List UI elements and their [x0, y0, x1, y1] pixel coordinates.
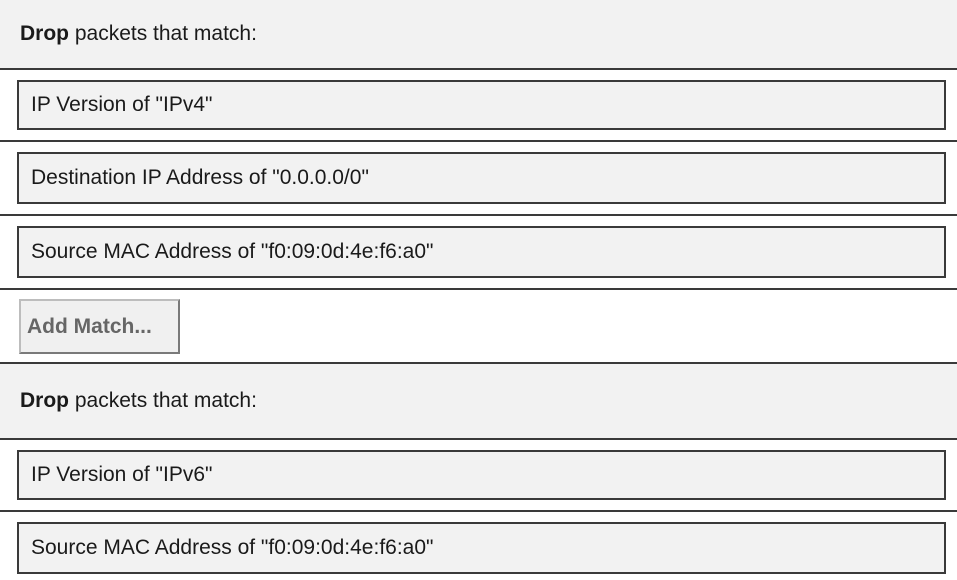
rule-1-match-ip-version[interactable]: IP Version of "IPv4" — [17, 80, 946, 130]
packet-rules-list: Drop packets that match: IP Version of "… — [0, 0, 957, 580]
match-label: Destination IP Address of "0.0.0.0/0" — [31, 166, 369, 189]
rule-2-match-source-mac[interactable]: Source MAC Address of "f0:09:0d:4e:f6:a0… — [17, 522, 946, 574]
rule-1-match-row-1: IP Version of "IPv4" — [0, 70, 957, 142]
match-label: IP Version of "IPv4" — [31, 93, 213, 116]
rule-2-header-text: packets that match: — [69, 389, 257, 412]
rule-2-match-row-1: IP Version of "IPv6" — [0, 440, 957, 512]
rule-2-header: Drop packets that match: — [0, 364, 957, 440]
rule-1-match-row-3: Source MAC Address of "f0:09:0d:4e:f6:a0… — [0, 216, 957, 290]
match-label: Source MAC Address of "f0:09:0d:4e:f6:a0… — [31, 240, 434, 263]
rule-1-match-source-mac[interactable]: Source MAC Address of "f0:09:0d:4e:f6:a0… — [17, 226, 946, 278]
rule-1-match-destination-ip[interactable]: Destination IP Address of "0.0.0.0/0" — [17, 152, 946, 204]
rule-1-header-text: packets that match: — [69, 22, 257, 45]
add-match-button[interactable]: Add Match... — [19, 299, 180, 354]
rule-1-action: Drop — [20, 22, 69, 45]
match-label: IP Version of "IPv6" — [31, 463, 213, 486]
rule-1-match-row-2: Destination IP Address of "0.0.0.0/0" — [0, 142, 957, 216]
rule-2-match-ip-version[interactable]: IP Version of "IPv6" — [17, 450, 946, 500]
rule-2-match-row-2: Source MAC Address of "f0:09:0d:4e:f6:a0… — [0, 512, 957, 580]
match-label: Source MAC Address of "f0:09:0d:4e:f6:a0… — [31, 536, 434, 559]
rule-1-header: Drop packets that match: — [0, 0, 957, 70]
rule-2-action: Drop — [20, 389, 69, 412]
rule-1-add-match-row: Add Match... — [0, 290, 957, 364]
